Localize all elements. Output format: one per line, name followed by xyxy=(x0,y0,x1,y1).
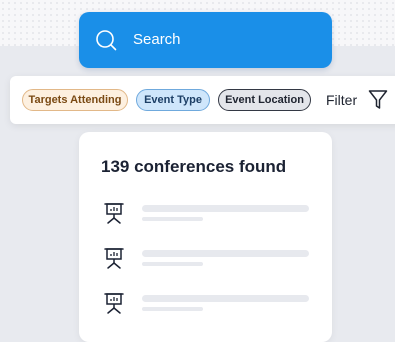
placeholder-line xyxy=(142,307,203,311)
placeholder-line xyxy=(142,205,309,212)
presentation-board-icon xyxy=(104,248,124,269)
placeholder-line xyxy=(142,217,203,221)
placeholder-line xyxy=(142,262,203,266)
chip-event-location[interactable]: Event Location xyxy=(218,89,311,111)
presentation-board-icon xyxy=(104,203,124,224)
results-count-heading: 139 conferences found xyxy=(101,157,287,176)
chip-event-type[interactable]: Event Type xyxy=(136,89,210,111)
search-icon[interactable] xyxy=(95,29,117,51)
placeholder-line xyxy=(142,295,309,302)
presentation-board-icon xyxy=(104,293,124,314)
list-item[interactable] xyxy=(79,291,332,321)
chip-targets-attending[interactable]: Targets Attending xyxy=(22,89,128,111)
funnel-icon[interactable] xyxy=(368,89,388,111)
results-card: 139 conferences found xyxy=(79,132,332,342)
search-placeholder: Search xyxy=(133,31,181,48)
list-item[interactable] xyxy=(79,246,332,276)
filter-bar: Targets Attending Event Type Event Locat… xyxy=(10,76,395,124)
filter-button-label[interactable]: Filter xyxy=(326,91,357,109)
list-item[interactable] xyxy=(79,201,332,231)
placeholder-line xyxy=(142,250,309,257)
